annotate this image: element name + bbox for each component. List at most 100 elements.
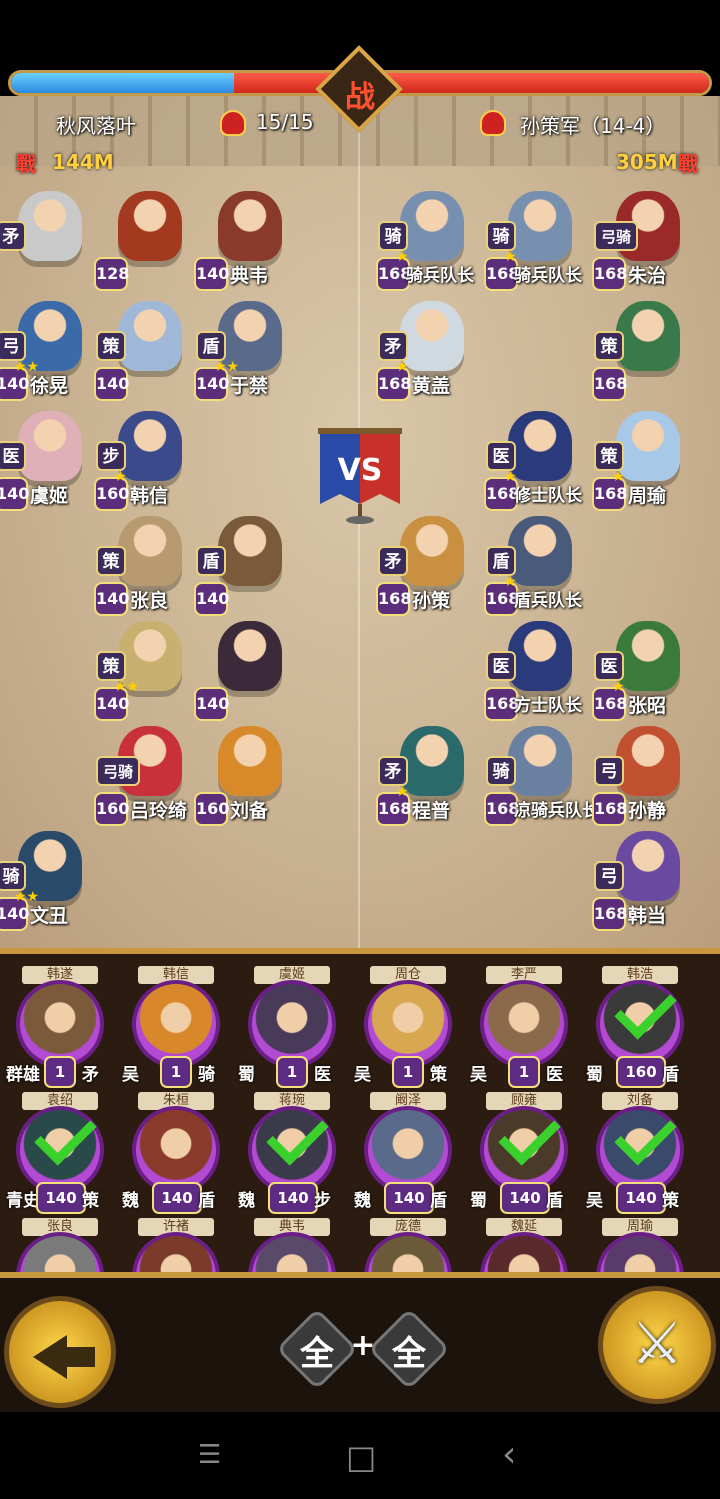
enemy-unit-sprite: [508, 516, 572, 586]
ally-unit-level: 128: [94, 257, 129, 291]
roster-hero-portrait: [480, 1232, 568, 1272]
enemy-unit-sprite: [508, 411, 572, 481]
roster-hero-portrait: [132, 1106, 220, 1194]
roster-hero-type: 盾: [198, 1191, 215, 1211]
ally-unit-level: 140: [194, 687, 229, 721]
roster-hero-level: 140: [152, 1182, 202, 1214]
roster-hero-level: 1: [44, 1056, 76, 1088]
back-button[interactable]: [4, 1296, 116, 1408]
enemy-helmet-icon: [480, 110, 506, 136]
roster-hero-type: 策: [662, 1191, 679, 1211]
roster-hero-card[interactable]: 刘备吴 140 策: [582, 1092, 698, 1216]
roster-hero-type: 盾: [546, 1191, 563, 1211]
enemy-unit-type-badge: 骑: [378, 221, 408, 251]
roster-hero-info: 蜀 1医: [234, 1056, 350, 1090]
enemy-unit-sprite: [400, 516, 464, 586]
roster-hero-card[interactable]: 韩浩蜀 160 盾: [582, 966, 698, 1090]
ally-unit: 矛: [0, 191, 100, 295]
roster-hero-card[interactable]: 顾雍蜀 140 盾: [466, 1092, 582, 1216]
roster-hero-type: 医: [546, 1065, 563, 1085]
ally-unit-name: 虞姬: [30, 485, 69, 507]
roster-hero-faction: 魏: [122, 1191, 139, 1211]
enemy-unit: 骑 168 ★ 骑兵队长: [480, 191, 590, 295]
enemy-unit-stars: ★: [396, 784, 409, 800]
troop-count: 15/15: [256, 110, 314, 134]
ally-unit-name: 刘备: [230, 800, 269, 822]
roster-hero-info: 魏 140 步: [234, 1182, 350, 1216]
roster-hero-card[interactable]: 庞德: [350, 1218, 466, 1272]
start-battle-button[interactable]: ⚔: [598, 1286, 716, 1404]
left-power: 144M: [52, 150, 114, 174]
enemy-unit-name: 骑兵队长: [406, 266, 474, 286]
roster-hero-portrait: [364, 980, 452, 1068]
enemy-unit: 医 168 方士队长: [480, 621, 590, 725]
enemy-unit-type-badge: 盾: [486, 546, 516, 576]
right-power-icon: 戰: [678, 152, 698, 176]
roster-hero-card[interactable]: 韩信吴 1 骑: [118, 966, 234, 1090]
enemy-unit-name: 程普: [412, 800, 451, 822]
roster-hero-card[interactable]: 周仓吴 1 策: [350, 966, 466, 1090]
ally-unit-type-badge: 盾: [196, 546, 226, 576]
enemy-unit-sprite: [508, 726, 572, 796]
enemy-unit: 矛 168 孙策: [372, 516, 482, 620]
roster-hero-card[interactable]: 魏延: [466, 1218, 582, 1272]
enemy-unit-name: 朱治: [628, 265, 667, 287]
ally-unit-name: 吕玲绮: [130, 800, 188, 822]
auto-fill-group: 全 + 全: [275, 1307, 451, 1391]
ally-unit-stars: ★★: [114, 679, 140, 695]
left-player-name: 秋风落叶: [56, 114, 136, 138]
ally-unit: 盾 140: [190, 516, 300, 620]
roster-hero-card[interactable]: 张良: [2, 1218, 118, 1272]
roster-hero-card[interactable]: 袁绍 青史 140 策: [2, 1092, 118, 1216]
roster-hero-card[interactable]: 李严吴 1 医: [466, 966, 582, 1090]
right-power: 305M: [616, 150, 678, 174]
ally-unit-type-badge: 策: [96, 546, 126, 576]
recents-icon[interactable]: ☰: [198, 1440, 221, 1470]
enemy-unit-level: 168: [484, 792, 519, 826]
roster-hero-level: 1: [160, 1056, 192, 1088]
roster-hero-faction: 魏: [354, 1191, 371, 1211]
enemy-unit: 矛 168 ★ 黄盖: [372, 301, 482, 405]
roster-hero-card[interactable]: 许褚: [118, 1218, 234, 1272]
roster-hero-level: 160: [616, 1056, 666, 1088]
enemy-unit-sprite: [400, 301, 464, 371]
ally-unit-name: 典韦: [230, 265, 269, 287]
ally-unit-name: 于禁: [230, 375, 269, 397]
roster-hero-faction: 青史: [6, 1191, 40, 1211]
roster-hero-level: 140: [384, 1182, 434, 1214]
home-icon[interactable]: □: [346, 1438, 376, 1476]
enemy-unit: 策 168: [588, 301, 698, 405]
roster-hero-card[interactable]: 典韦: [234, 1218, 350, 1272]
roster-hero-level: 140: [268, 1182, 318, 1214]
roster-hero-portrait: [364, 1106, 452, 1194]
roster-hero-card[interactable]: 朱桓魏 140 盾: [118, 1092, 234, 1216]
roster-hero-card[interactable]: 虞姬蜀 1 医: [234, 966, 350, 1090]
back-nav-icon[interactable]: ‹: [502, 1434, 516, 1475]
enemy-unit-name: 骑兵队长: [514, 266, 582, 286]
roster-hero-portrait: [16, 980, 104, 1068]
roster-hero-portrait: [248, 980, 336, 1068]
roster-hero-info: 魏 140 盾: [118, 1182, 234, 1216]
ally-unit: 140 典韦: [190, 191, 300, 295]
roster-hero-card[interactable]: 韩遂 群雄 1 矛: [2, 966, 118, 1090]
roster-hero-card[interactable]: 阚泽魏 140 盾: [350, 1092, 466, 1216]
ally-unit-type-badge: 矛: [0, 221, 26, 251]
roster-hero-card[interactable]: 周瑜: [582, 1218, 698, 1272]
enemy-unit-type-badge: 矛: [378, 756, 408, 786]
enemy-unit-sprite: [616, 301, 680, 371]
roster-hero-portrait: [16, 1232, 104, 1272]
enemy-unit-type-badge: 医: [486, 441, 516, 471]
hero-roster[interactable]: 韩遂 群雄 1 矛韩信吴 1 骑虞姬蜀 1 医周仓吴 1 策李严吴 1 医韩浩蜀 160 盾袁绍 青史 140…: [0, 948, 720, 1278]
roster-hero-info: 吴 1医: [466, 1056, 582, 1090]
roster-hero-faction: 蜀: [238, 1065, 255, 1085]
ally-unit-type-badge: 步: [96, 441, 126, 471]
ally-unit-name: 徐晃: [30, 375, 69, 397]
roster-hero-card[interactable]: 蒋琬魏 140 步: [234, 1092, 350, 1216]
enemy-unit-name: 修士队长: [514, 486, 582, 506]
enemy-unit-sprite: [616, 411, 680, 481]
roster-hero-portrait: [364, 1232, 452, 1272]
roster-hero-info: 蜀 140 盾: [466, 1182, 582, 1216]
ally-unit-type-badge: 骑: [0, 861, 26, 891]
roster-hero-info: 吴 140 策: [582, 1182, 698, 1216]
ally-unit-type-badge: 医: [0, 441, 26, 471]
